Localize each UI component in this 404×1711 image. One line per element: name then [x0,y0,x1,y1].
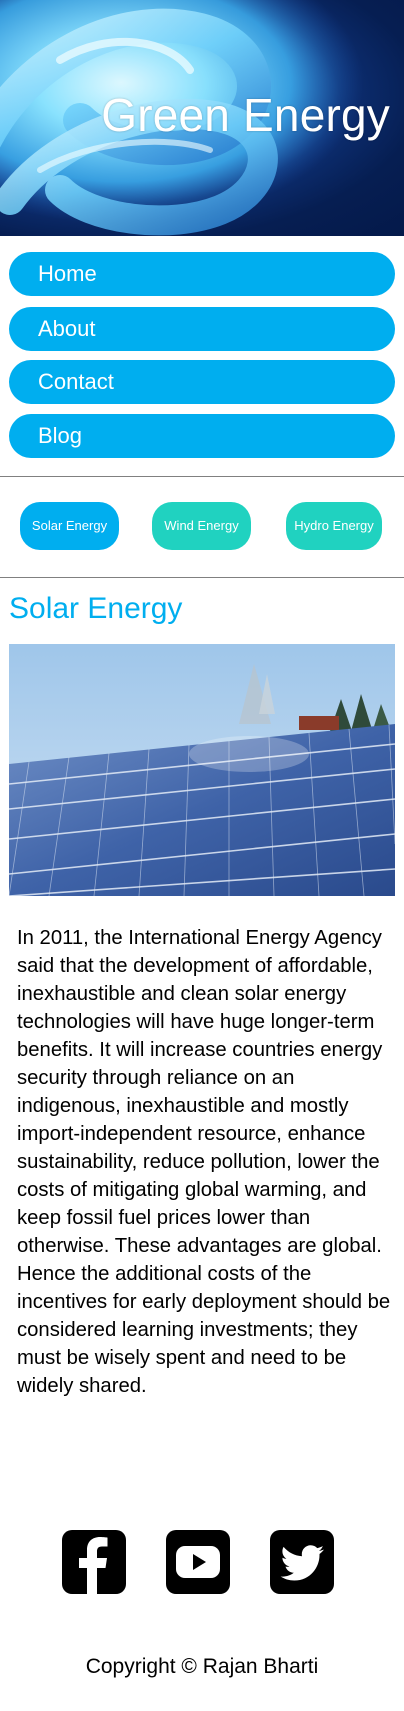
solar-panels-image [9,644,395,896]
tab-wind-energy[interactable]: Wind Energy [152,502,251,550]
header-banner: Green Energy [0,0,404,236]
article-paragraph: In 2011, the International Energy Agency… [17,927,391,1397]
facebook-icon[interactable] [62,1530,126,1594]
youtube-icon[interactable] [166,1530,230,1594]
nav-blog-button[interactable]: Blog [9,414,395,458]
nav-home-button[interactable]: Home [9,252,395,296]
divider [0,476,404,477]
tab-hydro-energy[interactable]: Hydro Energy [286,502,382,550]
site-title: Green Energy [101,89,390,141]
divider [0,577,404,578]
nav-about-button[interactable]: About [9,307,395,351]
twitter-icon[interactable] [270,1530,334,1594]
tab-solar-energy[interactable]: Solar Energy [20,502,119,550]
copyright-text: Copyright © Rajan Bharti [85,1655,319,1678]
section-title: Solar Energy [9,592,183,625]
nav-contact-button[interactable]: Contact [9,360,395,404]
